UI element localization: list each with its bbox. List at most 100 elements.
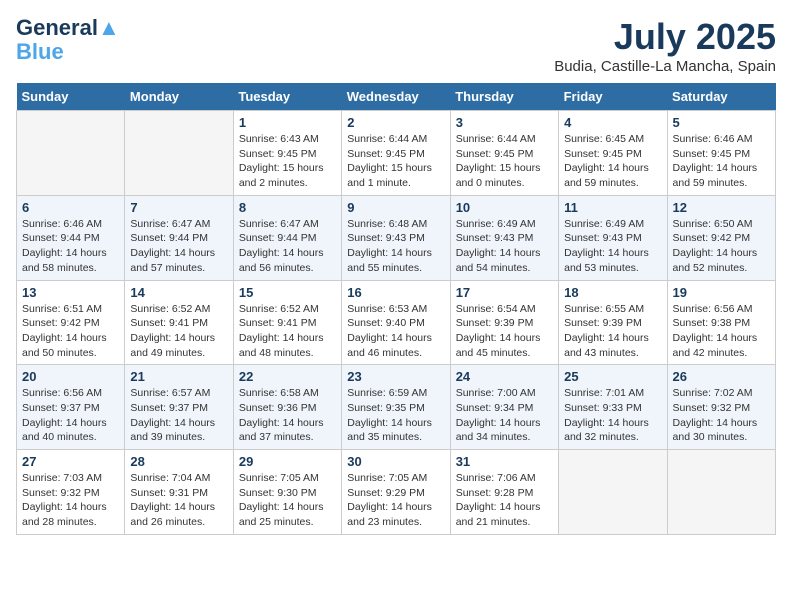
day-info: Sunrise: 6:48 AM Sunset: 9:43 PM Dayligh…	[347, 217, 444, 276]
weekday-header-saturday: Saturday	[667, 83, 775, 111]
day-number: 7	[130, 200, 227, 215]
day-info: Sunrise: 6:46 AM Sunset: 9:44 PM Dayligh…	[22, 217, 119, 276]
day-info: Sunrise: 7:04 AM Sunset: 9:31 PM Dayligh…	[130, 471, 227, 530]
calendar-cell: 4Sunrise: 6:45 AM Sunset: 9:45 PM Daylig…	[559, 111, 667, 196]
day-info: Sunrise: 6:52 AM Sunset: 9:41 PM Dayligh…	[239, 302, 336, 361]
day-info: Sunrise: 6:44 AM Sunset: 9:45 PM Dayligh…	[347, 132, 444, 191]
calendar-cell: 25Sunrise: 7:01 AM Sunset: 9:33 PM Dayli…	[559, 365, 667, 450]
day-number: 13	[22, 285, 119, 300]
calendar-cell: 13 Sunrise: 6:51 AM Sunset: 9:42 PM Dayli…	[17, 280, 125, 365]
day-number: 10	[456, 200, 553, 215]
calendar-cell: 16Sunrise: 6:53 AM Sunset: 9:40 PM Dayli…	[342, 280, 450, 365]
day-info: Sunrise: 6:53 AM Sunset: 9:40 PM Dayligh…	[347, 302, 444, 361]
day-number: 5	[673, 115, 770, 130]
calendar-cell	[559, 450, 667, 535]
logo: General▲ Blue	[16, 16, 120, 64]
calendar-week-row: 27 Sunrise: 7:03 AM Sunset: 9:32 PM Dayli…	[17, 450, 776, 535]
main-title: July 2025	[554, 16, 776, 58]
day-info: Sunrise: 6:56 AM Sunset: 9:37 PM Dayligh…	[22, 386, 119, 445]
calendar-week-row: 6 Sunrise: 6:46 AM Sunset: 9:44 PM Daylig…	[17, 195, 776, 280]
weekday-header-monday: Monday	[125, 83, 233, 111]
calendar-week-row: 1 Sunrise: 6:43 AM Sunset: 9:45 PM Daylig…	[17, 111, 776, 196]
day-number: 17	[456, 285, 553, 300]
calendar-cell: 5 Sunrise: 6:46 AM Sunset: 9:45 PM Daylig…	[667, 111, 775, 196]
day-info: Sunrise: 7:06 AM Sunset: 9:28 PM Dayligh…	[456, 471, 553, 530]
calendar-cell: 9 Sunrise: 6:48 AM Sunset: 9:43 PM Daylig…	[342, 195, 450, 280]
day-number: 8	[239, 200, 336, 215]
logo-text-blue: Blue	[16, 40, 120, 64]
day-number: 19	[673, 285, 770, 300]
day-number: 30	[347, 454, 444, 469]
weekday-header-wednesday: Wednesday	[342, 83, 450, 111]
day-number: 24	[456, 369, 553, 384]
calendar-cell: 1 Sunrise: 6:43 AM Sunset: 9:45 PM Daylig…	[233, 111, 341, 196]
calendar-cell: 28 Sunrise: 7:04 AM Sunset: 9:31 PM Dayli…	[125, 450, 233, 535]
calendar-cell: 10Sunrise: 6:49 AM Sunset: 9:43 PM Dayli…	[450, 195, 558, 280]
calendar-cell: 23Sunrise: 6:59 AM Sunset: 9:35 PM Dayli…	[342, 365, 450, 450]
day-number: 2	[347, 115, 444, 130]
calendar-week-row: 13 Sunrise: 6:51 AM Sunset: 9:42 PM Dayli…	[17, 280, 776, 365]
day-info: Sunrise: 6:44 AM Sunset: 9:45 PM Dayligh…	[456, 132, 553, 191]
calendar-cell: 31 Sunrise: 7:06 AM Sunset: 9:28 PM Dayli…	[450, 450, 558, 535]
subtitle: Budia, Castille-La Mancha, Spain	[554, 58, 776, 75]
day-number: 29	[239, 454, 336, 469]
weekday-header-friday: Friday	[559, 83, 667, 111]
day-number: 22	[239, 369, 336, 384]
calendar-cell	[125, 111, 233, 196]
calendar-cell: 17Sunrise: 6:54 AM Sunset: 9:39 PM Dayli…	[450, 280, 558, 365]
day-info: Sunrise: 6:58 AM Sunset: 9:36 PM Dayligh…	[239, 386, 336, 445]
day-info: Sunrise: 7:00 AM Sunset: 9:34 PM Dayligh…	[456, 386, 553, 445]
weekday-header-tuesday: Tuesday	[233, 83, 341, 111]
calendar-cell: 18 Sunrise: 6:55 AM Sunset: 9:39 PM Dayli…	[559, 280, 667, 365]
day-info: Sunrise: 6:46 AM Sunset: 9:45 PM Dayligh…	[673, 132, 770, 191]
calendar-cell: 7 Sunrise: 6:47 AM Sunset: 9:44 PM Daylig…	[125, 195, 233, 280]
day-info: Sunrise: 6:51 AM Sunset: 9:42 PM Dayligh…	[22, 302, 119, 361]
day-info: Sunrise: 6:55 AM Sunset: 9:39 PM Dayligh…	[564, 302, 661, 361]
calendar-cell	[17, 111, 125, 196]
day-info: Sunrise: 6:56 AM Sunset: 9:38 PM Dayligh…	[673, 302, 770, 361]
weekday-header-thursday: Thursday	[450, 83, 558, 111]
day-info: Sunrise: 6:43 AM Sunset: 9:45 PM Dayligh…	[239, 132, 336, 191]
weekday-header-row: SundayMondayTuesdayWednesdayThursdayFrid…	[17, 83, 776, 111]
calendar-week-row: 20 Sunrise: 6:56 AM Sunset: 9:37 PM Dayli…	[17, 365, 776, 450]
day-info: Sunrise: 6:52 AM Sunset: 9:41 PM Dayligh…	[130, 302, 227, 361]
day-number: 12	[673, 200, 770, 215]
calendar-cell: 24 Sunrise: 7:00 AM Sunset: 9:34 PM Dayli…	[450, 365, 558, 450]
calendar-cell: 29 Sunrise: 7:05 AM Sunset: 9:30 PM Dayli…	[233, 450, 341, 535]
day-info: Sunrise: 6:50 AM Sunset: 9:42 PM Dayligh…	[673, 217, 770, 276]
day-info: Sunrise: 6:47 AM Sunset: 9:44 PM Dayligh…	[239, 217, 336, 276]
day-info: Sunrise: 6:47 AM Sunset: 9:44 PM Dayligh…	[130, 217, 227, 276]
day-number: 25	[564, 369, 661, 384]
calendar-cell: 26 Sunrise: 7:02 AM Sunset: 9:32 PM Dayli…	[667, 365, 775, 450]
calendar-cell: 19 Sunrise: 6:56 AM Sunset: 9:38 PM Dayli…	[667, 280, 775, 365]
day-number: 31	[456, 454, 553, 469]
day-info: Sunrise: 6:59 AM Sunset: 9:35 PM Dayligh…	[347, 386, 444, 445]
logo-text: General▲	[16, 16, 120, 40]
calendar-cell: 15 Sunrise: 6:52 AM Sunset: 9:41 PM Dayli…	[233, 280, 341, 365]
day-number: 27	[22, 454, 119, 469]
calendar-cell: 22 Sunrise: 6:58 AM Sunset: 9:36 PM Dayli…	[233, 365, 341, 450]
calendar-cell: 12 Sunrise: 6:50 AM Sunset: 9:42 PM Dayli…	[667, 195, 775, 280]
title-block: July 2025 Budia, Castille-La Mancha, Spa…	[554, 16, 776, 75]
day-number: 1	[239, 115, 336, 130]
calendar-cell: 14 Sunrise: 6:52 AM Sunset: 9:41 PM Dayli…	[125, 280, 233, 365]
day-info: Sunrise: 7:03 AM Sunset: 9:32 PM Dayligh…	[22, 471, 119, 530]
calendar-cell	[667, 450, 775, 535]
calendar-cell: 21Sunrise: 6:57 AM Sunset: 9:37 PM Dayli…	[125, 365, 233, 450]
day-number: 6	[22, 200, 119, 215]
calendar-cell: 30Sunrise: 7:05 AM Sunset: 9:29 PM Dayli…	[342, 450, 450, 535]
day-number: 26	[673, 369, 770, 384]
day-number: 14	[130, 285, 227, 300]
day-number: 28	[130, 454, 227, 469]
page-header: General▲ Blue July 2025 Budia, Castille-…	[16, 16, 776, 75]
day-info: Sunrise: 7:05 AM Sunset: 9:30 PM Dayligh…	[239, 471, 336, 530]
day-number: 4	[564, 115, 661, 130]
day-number: 15	[239, 285, 336, 300]
day-number: 3	[456, 115, 553, 130]
day-info: Sunrise: 7:02 AM Sunset: 9:32 PM Dayligh…	[673, 386, 770, 445]
day-info: Sunrise: 6:49 AM Sunset: 9:43 PM Dayligh…	[564, 217, 661, 276]
day-number: 9	[347, 200, 444, 215]
day-number: 20	[22, 369, 119, 384]
day-info: Sunrise: 6:57 AM Sunset: 9:37 PM Dayligh…	[130, 386, 227, 445]
day-number: 18	[564, 285, 661, 300]
